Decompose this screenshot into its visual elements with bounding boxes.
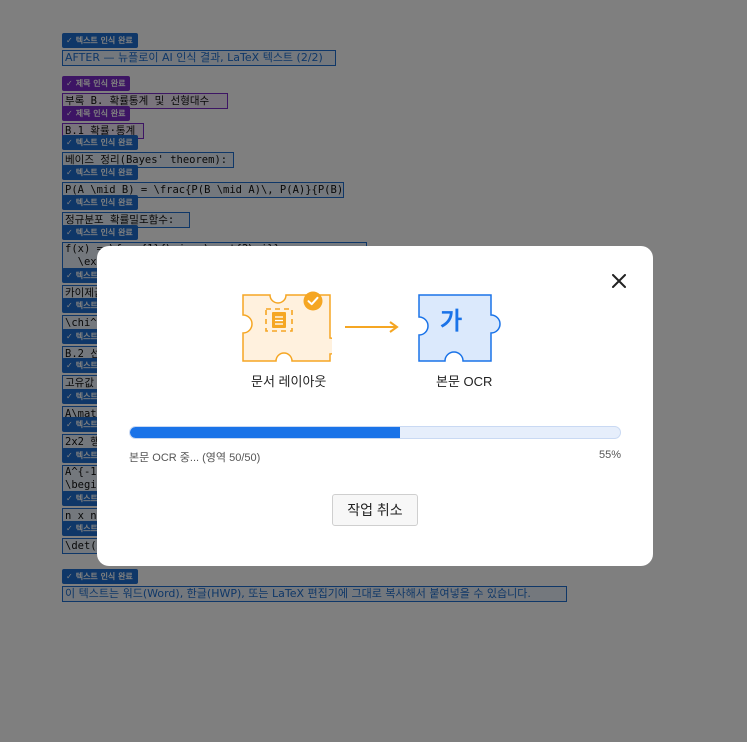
step-layout [242,291,339,363]
progress-fill [130,427,400,438]
step-label-layout: 문서 레이아웃 [251,374,327,389]
cancel-button[interactable]: 작업 취소 [332,494,418,526]
progress-percent: 55% [598,449,621,461]
check-badge-icon [303,291,323,311]
arrow-right-icon [345,321,399,333]
progress-modal: 문서 레이아웃 가 본문 OCR 본문 OCR 중... (영역 50/50) … [97,246,653,566]
progress-bar [129,426,621,439]
ocr-glyph: 가 [440,307,463,335]
step-ocr: 가 [417,293,509,363]
progress-status-text: 본문 OCR 중... (영역 50/50) [129,452,261,464]
ocr-puzzle-icon [418,294,501,362]
close-icon [612,274,626,288]
close-button[interactable] [607,269,631,293]
step-label-ocr: 본문 OCR [436,374,493,389]
